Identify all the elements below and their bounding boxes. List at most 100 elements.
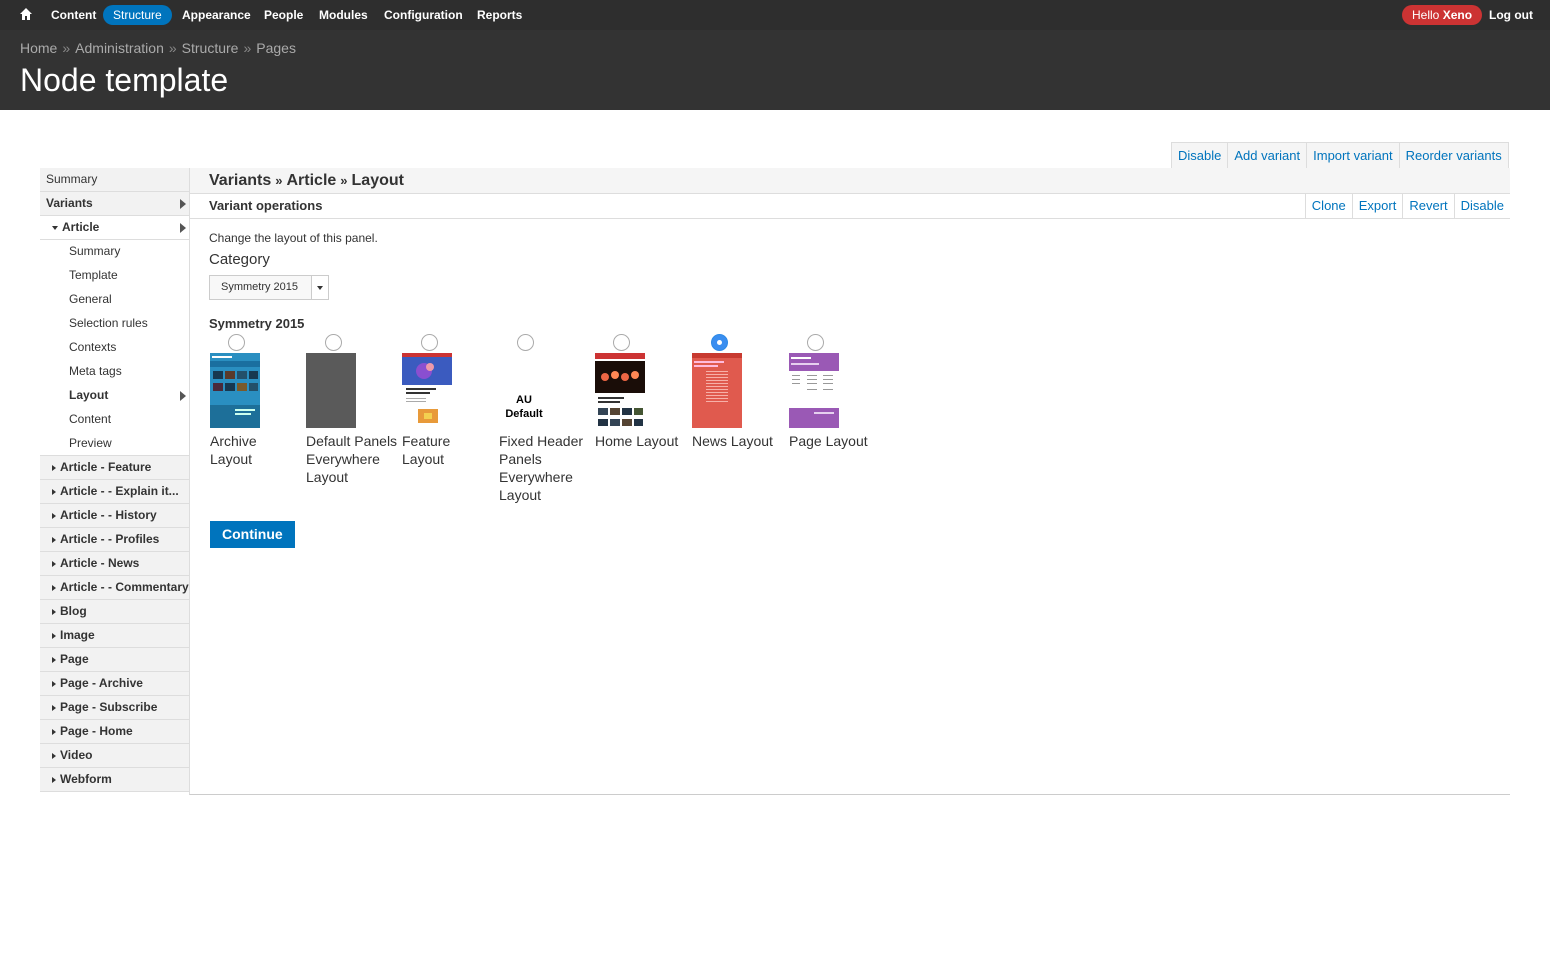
sidebar-item-image[interactable]: Image — [40, 624, 189, 648]
caret-right-icon — [52, 728, 56, 735]
layout-radio-home[interactable] — [613, 334, 630, 351]
disable-variant-button[interactable]: Disable — [1453, 193, 1510, 218]
category-select[interactable]: Symmetry 2015 — [209, 275, 329, 300]
arrow-right-icon — [180, 391, 186, 401]
sidebar-nav: Summary Variants Article Summary Templat… — [40, 168, 189, 792]
layout-label-news: News Layout — [692, 433, 773, 449]
sidebar-item-article-explain[interactable]: Article - - Explain it... — [40, 480, 189, 504]
caret-right-icon — [52, 704, 56, 711]
layout-radio-fixed-header[interactable] — [517, 334, 534, 351]
toolbar-configuration[interactable]: Configuration — [384, 0, 463, 30]
arrow-right-icon — [180, 223, 186, 233]
reorder-variants-button[interactable]: Reorder variants — [1398, 143, 1508, 168]
variant-actions: Clone Export Revert Disable — [1304, 193, 1510, 218]
variant-operations-bar: Variant operations Clone Export Revert D… — [190, 193, 1510, 219]
layout-label-archive: Archive Layout — [210, 433, 257, 467]
caret-right-icon — [52, 512, 56, 519]
layout-group-label: Symmetry 2015 — [209, 316, 305, 331]
sidebar-item-article-news[interactable]: Article - News — [40, 552, 189, 576]
sidebar-item-article-feature[interactable]: Article - Feature — [40, 456, 189, 480]
layout-description: Change the layout of this panel. — [209, 231, 378, 245]
toolbar-structure[interactable]: Structure — [103, 5, 172, 25]
caret-right-icon — [52, 656, 56, 663]
sidebar-item-article-history[interactable]: Article - - History — [40, 504, 189, 528]
layout-radio-page[interactable] — [807, 334, 824, 351]
caret-right-icon — [52, 680, 56, 687]
variant-breadcrumb: Variants» Article» Layout — [209, 172, 404, 189]
home-layout-thumbnail[interactable] — [595, 353, 645, 428]
sidebar-item-preview[interactable]: Preview — [40, 432, 189, 456]
revert-button[interactable]: Revert — [1402, 193, 1453, 218]
export-button[interactable]: Export — [1351, 193, 1403, 218]
toolbar-modules[interactable]: Modules — [319, 0, 368, 30]
layout-radio-feature[interactable] — [421, 334, 438, 351]
caret-right-icon — [52, 584, 56, 591]
breadcrumb-administration[interactable]: Administration — [75, 40, 164, 56]
caret-right-icon — [52, 560, 56, 567]
disable-page-button[interactable]: Disable — [1172, 143, 1227, 168]
caret-right-icon — [52, 776, 56, 783]
sidebar-item-webform[interactable]: Webform — [40, 768, 189, 792]
layout-label-feature: Feature Layout — [402, 433, 451, 467]
sidebar-item-article-summary[interactable]: Summary — [40, 240, 189, 264]
sidebar-item-page-home[interactable]: Page - Home — [40, 720, 189, 744]
sidebar-item-page[interactable]: Page — [40, 648, 189, 672]
toolbar-content[interactable]: Content — [51, 0, 96, 30]
breadcrumb-pages[interactable]: Pages — [256, 40, 296, 56]
fixed-header-thumbnail-text: AU Default — [505, 394, 543, 420]
sidebar-item-contexts[interactable]: Contexts — [40, 336, 189, 360]
sidebar-item-article[interactable]: Article — [40, 216, 189, 240]
page-layout-thumbnail[interactable] — [789, 353, 839, 428]
continue-button[interactable]: Continue — [210, 521, 295, 548]
sidebar-item-video[interactable]: Video — [40, 744, 189, 768]
sidebar-item-meta-tags[interactable]: Meta tags — [40, 360, 189, 384]
chevron-down-icon — [317, 286, 323, 290]
variant-operations-title: Variant operations — [209, 198, 323, 213]
page-title: Node template — [20, 62, 229, 98]
logout-link[interactable]: Log out — [1489, 0, 1533, 30]
caret-right-icon — [52, 632, 56, 639]
toolbar-appearance[interactable]: Appearance — [182, 0, 251, 30]
page-header: Home» Administration» Structure» Pages Node… — [0, 30, 1550, 110]
main-panel: Variants» Article» Layout Variant operatio… — [189, 168, 1510, 795]
main-header: Variants» Article» Layout — [190, 168, 1510, 194]
sidebar-item-variants[interactable]: Variants — [40, 192, 189, 216]
sidebar-item-article-profiles[interactable]: Article - - Profiles — [40, 528, 189, 552]
sidebar-item-summary[interactable]: Summary — [40, 168, 189, 192]
sidebar-item-blog[interactable]: Blog — [40, 600, 189, 624]
category-label: Category — [209, 251, 270, 268]
breadcrumb-home[interactable]: Home — [20, 40, 57, 56]
sidebar-item-selection-rules[interactable]: Selection rules — [40, 312, 189, 336]
sidebar-item-article-commentary[interactable]: Article - - Commentary — [40, 576, 189, 600]
breadcrumb-structure[interactable]: Structure — [182, 40, 239, 56]
toolbar-reports[interactable]: Reports — [477, 0, 522, 30]
layout-label-default-panels: Default Panels Everywhere Layout — [306, 433, 398, 485]
sidebar-item-template[interactable]: Template — [40, 264, 189, 288]
layout-label-page: Page Layout — [789, 433, 868, 449]
fixed-header-thumbnail[interactable]: AU Default — [499, 353, 549, 428]
caret-right-icon — [52, 488, 56, 495]
caret-right-icon — [52, 752, 56, 759]
archive-layout-thumbnail[interactable] — [210, 353, 260, 428]
sidebar-item-content[interactable]: Content — [40, 408, 189, 432]
breadcrumb: Home» Administration» Structure» Pages — [20, 40, 296, 56]
sidebar-item-general[interactable]: General — [40, 288, 189, 312]
caret-right-icon — [52, 608, 56, 615]
layout-label-fixed-header: Fixed Header Panels Everywhere Layout — [499, 433, 584, 503]
sidebar-item-page-subscribe[interactable]: Page - Subscribe — [40, 696, 189, 720]
caret-right-icon — [52, 464, 56, 471]
sidebar-item-page-archive[interactable]: Page - Archive — [40, 672, 189, 696]
home-icon[interactable] — [19, 7, 33, 21]
layout-radio-default-panels[interactable] — [325, 334, 342, 351]
toolbar-people[interactable]: People — [264, 0, 303, 30]
user-badge[interactable]: Hello Xeno — [1402, 5, 1483, 25]
layout-radio-archive[interactable] — [228, 334, 245, 351]
add-variant-button[interactable]: Add variant — [1227, 143, 1306, 168]
layout-radio-news[interactable] — [711, 334, 728, 351]
feature-layout-thumbnail[interactable] — [402, 353, 452, 428]
sidebar-item-layout[interactable]: Layout — [40, 384, 189, 408]
news-layout-thumbnail[interactable] — [692, 353, 742, 428]
import-variant-button[interactable]: Import variant — [1306, 143, 1398, 168]
clone-button[interactable]: Clone — [1306, 193, 1352, 218]
default-panels-thumbnail[interactable] — [306, 353, 356, 428]
